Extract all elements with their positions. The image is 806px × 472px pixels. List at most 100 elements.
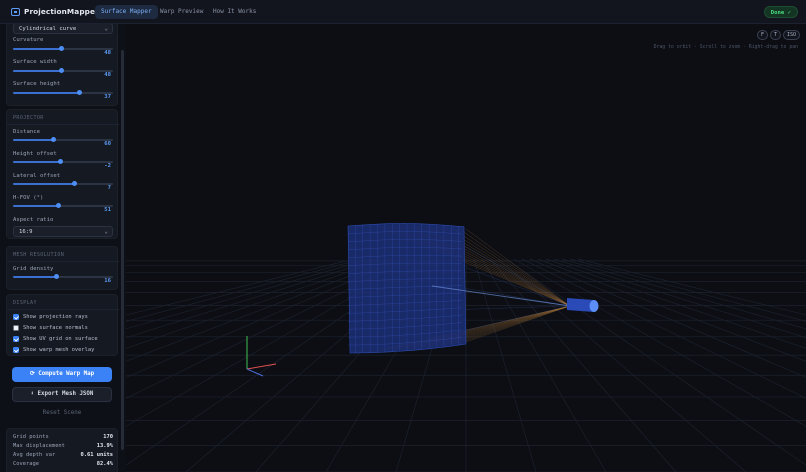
axis-gizmo — [246, 336, 277, 377]
app-title: ProjectionMapper — [24, 7, 99, 16]
compute-warp-map-button[interactable]: ⟳ Compute Warp Map — [12, 367, 112, 382]
distance-slider[interactable] — [13, 137, 113, 142]
show-projection-rays-option[interactable]: Show projection rays — [13, 314, 88, 320]
slider-handle[interactable] — [58, 68, 64, 73]
checkbox[interactable] — [13, 325, 19, 331]
option-label: Show surface normals — [23, 325, 88, 331]
projector-lens — [589, 300, 599, 312]
option-label: Show warp mesh overlay — [23, 347, 95, 353]
divider — [7, 124, 119, 125]
view-top-button[interactable]: T — [770, 30, 782, 40]
floor-grid-line — [126, 258, 387, 349]
floor-grid-line — [126, 258, 363, 322]
aspect-ratio-select[interactable]: 16:9 ⌄ — [13, 226, 113, 237]
stat-max-displacement: Max displacement 13.9% — [13, 443, 113, 449]
slider-handle[interactable] — [55, 203, 61, 208]
projector-logo-icon — [11, 7, 20, 16]
slider-handle[interactable] — [53, 274, 59, 279]
tab-how-it-works[interactable]: How It Works — [207, 5, 262, 19]
show-warp-mesh-option[interactable]: Show warp mesh overlay — [13, 347, 94, 353]
surface-height-label: Surface height — [13, 81, 61, 87]
surface-width-slider[interactable] — [13, 68, 113, 73]
floor-grid-line — [473, 258, 537, 472]
chevron-down-icon: ⌄ — [104, 228, 108, 235]
projection-ray — [458, 228, 571, 307]
projector-panel: PROJECTOR Distance 60 Height offset -2 L… — [6, 109, 119, 239]
hfov-slider[interactable] — [13, 203, 113, 208]
floor-grid-line — [545, 258, 806, 349]
option-label: Show projection rays — [23, 314, 88, 320]
tab-surface-mapper[interactable]: Surface Mapper — [95, 5, 158, 19]
surface-height-value: 37 — [104, 94, 111, 100]
stat-value: 82.4% — [96, 461, 113, 467]
app-logo: ProjectionMapper — [11, 7, 99, 16]
projector-section-title: PROJECTOR — [13, 115, 44, 121]
divider — [7, 261, 119, 262]
export-mesh-json-button[interactable]: ⬇ Export Mesh JSON — [12, 387, 112, 402]
reset-scene-button[interactable]: Reset Scene — [12, 406, 112, 421]
slider-handle[interactable] — [71, 181, 77, 186]
aspect-ratio-value: 16:9 — [19, 229, 33, 235]
projection-ray — [451, 227, 571, 307]
surface-width-label: Surface width — [13, 59, 57, 65]
hfov-value: 51 — [104, 207, 111, 213]
stat-avg-depth-var: Avg depth var 0.61 units — [13, 452, 113, 458]
done-badge[interactable]: Done ✓ — [763, 6, 798, 18]
height-offset-label: Height offset — [13, 151, 57, 157]
sidebar: Cylindrical curve ⌄ Curvature 48 Surface… — [0, 24, 126, 472]
curvature-label: Curvature — [13, 37, 44, 43]
controls-hint: Drag to orbit · Scroll to zoom · Right-d… — [653, 45, 798, 50]
checkbox[interactable] — [13, 314, 19, 320]
floor-grid-line — [529, 258, 806, 378]
view-iso-button[interactable]: ISO — [783, 30, 801, 40]
curvature-slider[interactable] — [13, 46, 113, 51]
mesh-resolution-panel: MESH RESOLUTION Grid density 16 — [6, 246, 119, 290]
checkbox[interactable] — [13, 336, 19, 342]
slider-handle[interactable] — [76, 90, 82, 95]
floor-grid-line — [126, 258, 379, 339]
stat-label: Avg depth var — [13, 452, 56, 458]
slider-fill — [13, 161, 60, 163]
projection-ray — [465, 305, 571, 331]
checkbox[interactable] — [13, 347, 19, 353]
3d-viewport[interactable]: F T ISO Drag to orbit · Scroll to zoom ·… — [126, 24, 806, 472]
mesh-section-title: MESH RESOLUTION — [13, 252, 65, 258]
distance-value: 60 — [104, 141, 111, 147]
axis-x — [246, 363, 277, 370]
floor-grid-line — [569, 258, 806, 322]
view-front-button[interactable]: F — [757, 30, 769, 40]
slider-handle[interactable] — [57, 159, 63, 164]
chevron-down-icon: ⌄ — [104, 25, 108, 32]
surface-width-value: 48 — [104, 72, 111, 78]
stat-value: 13.9% — [96, 443, 113, 449]
stat-grid-points: Grid points 170 — [13, 434, 113, 440]
grid-density-slider[interactable] — [13, 274, 113, 279]
surface-shape-select[interactable]: Cylindrical curve ⌄ — [13, 24, 113, 34]
slider-handle[interactable] — [50, 137, 56, 142]
stat-value: 0.61 units — [80, 452, 113, 458]
display-panel: DISPLAY Show projection rays Show surfac… — [6, 294, 119, 356]
slider-handle[interactable] — [58, 46, 64, 51]
sidebar-scrollbar[interactable] — [121, 50, 124, 450]
height-offset-slider[interactable] — [13, 159, 113, 164]
floor-grid-line — [537, 258, 806, 362]
lateral-offset-slider[interactable] — [13, 181, 113, 186]
slider-fill — [13, 139, 53, 141]
surface-height-slider[interactable] — [13, 90, 113, 95]
stat-label: Coverage — [13, 461, 39, 467]
aspect-ratio-label: Aspect ratio — [13, 217, 54, 223]
surface-shape-value: Cylindrical curve — [19, 26, 77, 32]
slider-fill — [13, 48, 61, 50]
slider-fill — [13, 183, 74, 185]
show-surface-normals-option[interactable]: Show surface normals — [13, 325, 88, 331]
show-uv-grid-option[interactable]: Show UV grid on surface — [13, 336, 98, 342]
slider-fill — [13, 70, 61, 72]
slider-fill — [13, 92, 79, 94]
display-section-title: DISPLAY — [13, 300, 37, 306]
grid-density-value: 16 — [104, 278, 111, 284]
stat-coverage: Coverage 82.4% — [13, 461, 113, 467]
scene-canvas[interactable] — [126, 24, 806, 472]
height-offset-value: -2 — [104, 163, 111, 169]
option-label: Show UV grid on surface — [23, 336, 98, 342]
tab-warp-preview[interactable]: Warp Preview — [154, 5, 209, 19]
